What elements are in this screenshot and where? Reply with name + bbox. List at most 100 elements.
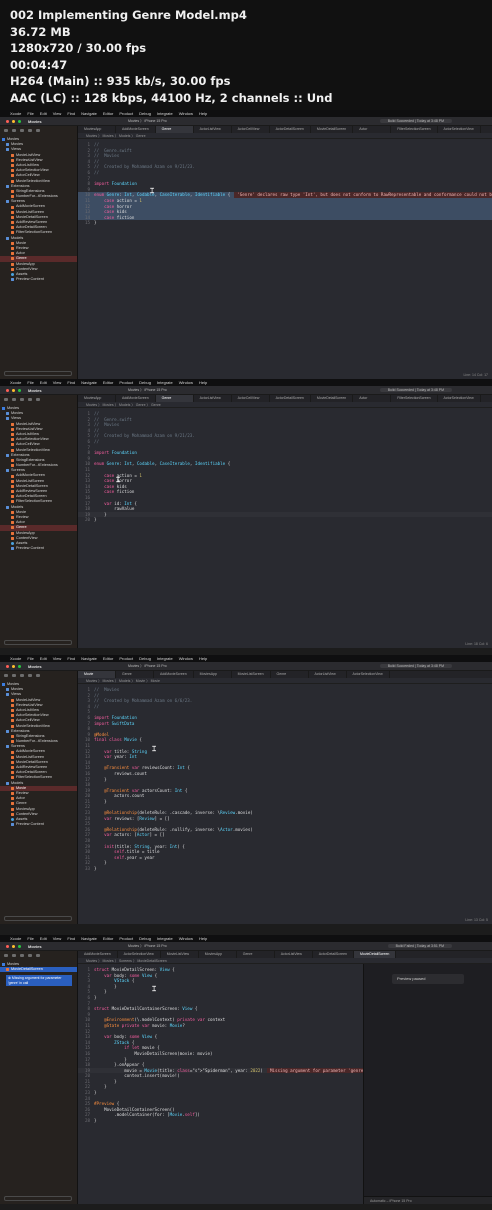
preview-canvas[interactable]: Preview paused Automatic – iPhone 15 Pro	[363, 964, 492, 1204]
issue-item[interactable]: ⊗ Missing argument for parameter 'genre'…	[6, 975, 72, 986]
source-control-icon[interactable]	[12, 954, 16, 957]
menu-editor[interactable]: Editor	[103, 379, 113, 386]
sidebar-item[interactable]: MovieDetailScreen	[0, 967, 77, 973]
menu-xcode[interactable]: Xcode	[10, 110, 21, 117]
folder-icon[interactable]	[4, 674, 8, 677]
navigator-filter-field[interactable]	[4, 1196, 72, 1201]
zoom-window-button[interactable]	[18, 388, 21, 392]
editor-tab[interactable]: AddMovieScreen	[116, 126, 156, 133]
editor-tab[interactable]: Genre	[271, 671, 309, 678]
editor-tab[interactable]: ActorListView	[275, 951, 313, 958]
editor-tab[interactable]: AddMovieScreen	[154, 671, 194, 678]
minimize-window-button[interactable]	[12, 664, 15, 668]
symbol-icon[interactable]	[20, 674, 24, 677]
menu-file[interactable]: File	[27, 379, 33, 386]
menu-editor[interactable]: Editor	[103, 935, 113, 942]
editor-tab[interactable]: ActorSelectionView	[438, 126, 481, 133]
navigator-filter-field[interactable]	[4, 916, 72, 921]
menu-debug[interactable]: Debug	[139, 379, 151, 386]
minimize-window-button[interactable]	[12, 944, 15, 948]
issue-icon[interactable]	[36, 129, 40, 132]
minimize-window-button[interactable]	[12, 119, 15, 123]
close-window-button[interactable]	[6, 119, 9, 123]
editor-tab[interactable]: ActorDetailScreen	[270, 126, 311, 133]
editor-tab[interactable]: ActorListView	[194, 126, 232, 133]
search-icon[interactable]	[28, 398, 32, 401]
code-editor[interactable]: 1 struct MovieDetailScreen: View {2 var b…	[78, 964, 363, 1204]
editor-tab[interactable]: ActorListView	[194, 395, 232, 402]
sidebar-item[interactable]: Preview Content	[0, 546, 77, 551]
editor-tab[interactable]: MoviesApp	[78, 126, 116, 133]
menu-help[interactable]: Help	[199, 379, 207, 386]
search-icon[interactable]	[28, 674, 32, 677]
menu-help[interactable]: Help	[199, 110, 207, 117]
editor-tab[interactable]: Actor	[353, 395, 392, 402]
editor-tab[interactable]: ActorSelectionView	[438, 395, 481, 402]
menu-product[interactable]: Product	[119, 379, 133, 386]
editor-tab[interactable]: MovieDetailScreen	[311, 395, 354, 402]
close-window-button[interactable]	[6, 388, 9, 392]
menu-file[interactable]: File	[27, 935, 33, 942]
editor-tab[interactable]: ActorSelectionView	[118, 951, 161, 958]
error-annotation[interactable]: 'Genre' declares raw type 'Int', but doe…	[234, 192, 492, 198]
folder-icon[interactable]	[4, 398, 8, 401]
editor-tab[interactable]: ActorCellView	[232, 395, 270, 402]
issue-icon[interactable]	[36, 674, 40, 677]
menu-view[interactable]: View	[53, 655, 62, 662]
editor-tab[interactable]: ActorListView	[309, 671, 347, 678]
folder-icon[interactable]	[4, 954, 8, 957]
menu-integrate[interactable]: Integrate	[157, 110, 173, 117]
menu-navigate[interactable]: Navigate	[81, 379, 97, 386]
editor-tab[interactable]: FilterSelectionScreen	[391, 395, 438, 402]
zoom-window-button[interactable]	[18, 119, 21, 123]
menu-debug[interactable]: Debug	[139, 110, 151, 117]
editor-tab[interactable]: Genre	[116, 671, 154, 678]
sidebar-item[interactable]: Preview Content	[0, 277, 77, 282]
editor-tab[interactable]: MovieDetailScreen	[311, 126, 354, 133]
menu-edit[interactable]: Edit	[40, 379, 47, 386]
code-line[interactable]: 15}	[78, 220, 492, 226]
menu-xcode[interactable]: Xcode	[10, 379, 21, 386]
editor-tab[interactable]: ActorSelectionView	[347, 671, 390, 678]
menu-xcode[interactable]: Xcode	[10, 655, 21, 662]
menu-view[interactable]: View	[53, 110, 62, 117]
menu-integrate[interactable]: Integrate	[157, 379, 173, 386]
menu-find[interactable]: Find	[67, 655, 75, 662]
editor-tab[interactable]: MoviesApp	[199, 951, 237, 958]
editor-tab[interactable]: MovieListScreen	[232, 671, 271, 678]
symbol-icon[interactable]	[20, 398, 24, 401]
code-editor[interactable]: 1//2// Genre.swift 3// Movies 4//5// Creat…	[78, 408, 492, 648]
scheme-selector[interactable]: Movies 〉 iPhone 15 Pro	[128, 119, 167, 124]
editor-tab[interactable]: MovieDetailScreen	[353, 951, 397, 958]
menu-product[interactable]: Product	[119, 655, 133, 662]
menu-product[interactable]: Product	[119, 935, 133, 942]
scheme-selector[interactable]: Movies 〉 iPhone 15 Pro	[128, 388, 167, 393]
menu-debug[interactable]: Debug	[139, 655, 151, 662]
editor-tab[interactable]: Genre	[237, 951, 275, 958]
scheme-selector[interactable]: Movies 〉 iPhone 15 Pro	[128, 664, 167, 669]
close-window-button[interactable]	[6, 664, 9, 668]
search-icon[interactable]	[28, 954, 32, 957]
menu-help[interactable]: Help	[199, 655, 207, 662]
menu-navigate[interactable]: Navigate	[81, 655, 97, 662]
zoom-window-button[interactable]	[18, 944, 21, 948]
menu-navigate[interactable]: Navigate	[81, 110, 97, 117]
code-editor[interactable]: 1//2// Genre.swift 3// Movies 4//5// Creat…	[78, 139, 492, 379]
menu-edit[interactable]: Edit	[40, 655, 47, 662]
minimize-window-button[interactable]	[12, 388, 15, 392]
menu-edit[interactable]: Edit	[40, 110, 47, 117]
editor-tab[interactable]: Actor	[353, 126, 392, 133]
menu-window[interactable]: Window	[179, 935, 193, 942]
source-control-icon[interactable]	[12, 398, 16, 401]
menu-view[interactable]: View	[53, 379, 62, 386]
folder-icon[interactable]	[4, 129, 8, 132]
sidebar-item[interactable]: Preview Content	[0, 822, 77, 827]
editor-tab[interactable]: ActorDetailScreen	[313, 951, 354, 958]
editor-tab[interactable]: Movie	[78, 671, 116, 678]
editor-tab[interactable]: MovieListView	[161, 951, 199, 958]
menu-window[interactable]: Window	[179, 655, 193, 662]
menu-window[interactable]: Window	[179, 110, 193, 117]
symbol-icon[interactable]	[20, 129, 24, 132]
editor-tab[interactable]: MoviesApp	[78, 395, 116, 402]
source-control-icon[interactable]	[12, 674, 16, 677]
